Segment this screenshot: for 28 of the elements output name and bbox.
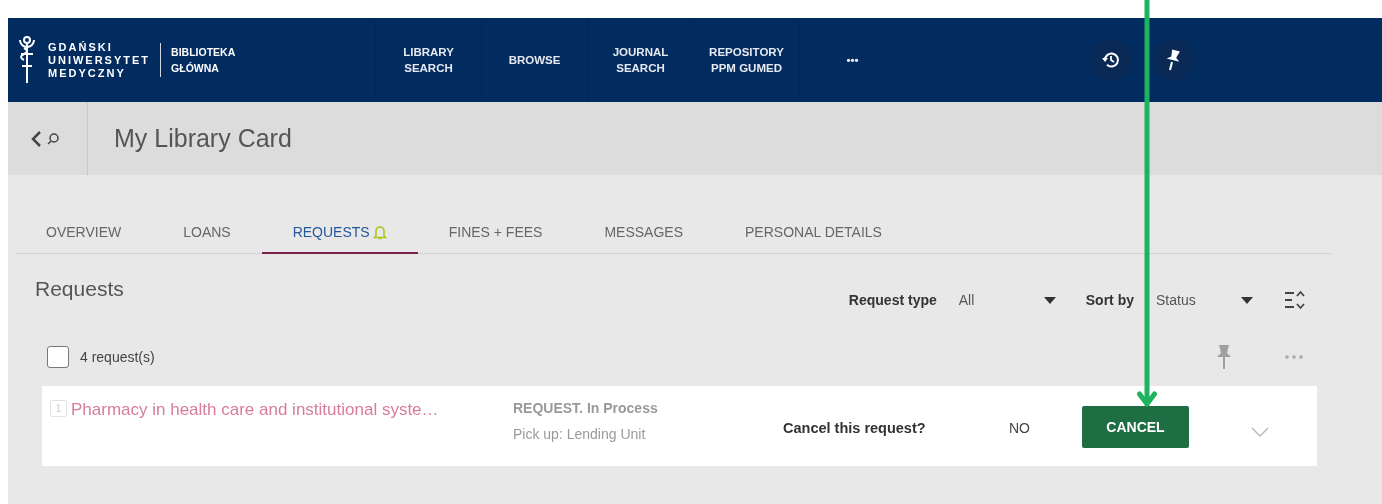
tab[interactable]: PERSONAL DETAILS — [714, 214, 913, 254]
cancel-button[interactable]: CANCEL — [1082, 406, 1189, 448]
select-all-checkbox[interactable] — [47, 346, 69, 368]
tab[interactable]: FINES + FEES — [417, 214, 574, 254]
request-type-dropdown[interactable]: Request type All — [848, 292, 1056, 308]
tab[interactable]: LOANS — [152, 214, 262, 254]
caret-icon — [1241, 296, 1253, 304]
university-name: UNIWERSYTET — [48, 53, 151, 67]
tab[interactable]: OVERVIEW — [15, 214, 153, 254]
tab[interactable]: MESSAGES — [573, 214, 715, 254]
sort-order-icon[interactable] — [1283, 289, 1305, 311]
university-name: MEDYCZNY — [48, 66, 127, 80]
history-icon[interactable] — [1091, 40, 1131, 80]
no-button[interactable]: NO — [1009, 420, 1082, 436]
page-title: My Library Card — [114, 124, 292, 153]
cancel-prompt: Cancel this request? — [783, 420, 927, 436]
library-name: BIBLIOTEKA — [171, 45, 236, 60]
request-count: 4 request(s) — [80, 349, 156, 365]
sort-dropdown[interactable]: Sort by Status — [1085, 292, 1253, 308]
section-title: Requests — [35, 277, 125, 301]
caret-icon — [1043, 296, 1056, 304]
request-status: REQUEST. In Process — [513, 400, 659, 416]
library-name: GŁÓWNA — [171, 61, 220, 76]
university-name: GDAŃSKI — [48, 40, 114, 54]
crest-logo-icon — [16, 34, 38, 86]
pickup-location: Pick up: Lending Unit — [513, 426, 647, 442]
tab[interactable]: REQUESTS — [261, 214, 418, 254]
pin-icon[interactable] — [1153, 40, 1193, 80]
